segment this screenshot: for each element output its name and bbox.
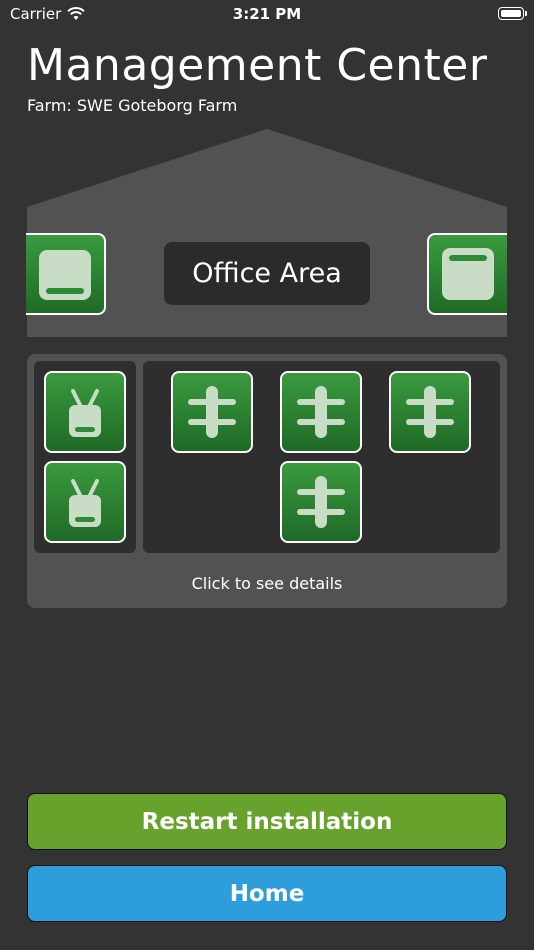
right-device-tile[interactable] xyxy=(427,233,507,315)
office-area-label: Office Area xyxy=(164,242,370,305)
details-hint: Click to see details xyxy=(191,574,343,593)
panel-bottom-icon xyxy=(39,250,91,300)
panel-top-icon xyxy=(442,248,494,300)
fence-connector-tile[interactable] xyxy=(280,461,362,543)
restart-installation-button[interactable]: Restart installation xyxy=(27,793,507,850)
fence-connector-tile[interactable] xyxy=(171,371,253,453)
antenna-device-group xyxy=(34,361,136,553)
fence-connector-icon xyxy=(188,386,236,438)
page-title: Management Center xyxy=(27,40,488,91)
fence-connector-icon xyxy=(297,476,345,528)
management-center-screen: Carrier 3:21 PM Management Center Farm: … xyxy=(0,0,534,950)
antenna-device-tile[interactable] xyxy=(44,371,126,453)
fence-connector-icon xyxy=(297,386,345,438)
antenna-device-tile[interactable] xyxy=(44,461,126,543)
battery-icon xyxy=(498,7,527,20)
left-device-tile[interactable] xyxy=(26,233,106,315)
home-button[interactable]: Home xyxy=(27,865,507,922)
fence-connector-tile[interactable] xyxy=(389,371,471,453)
antenna-device-icon xyxy=(69,389,101,437)
clock: 3:21 PM xyxy=(232,5,302,23)
fence-device-group xyxy=(143,361,500,553)
farm-subtitle: Farm: SWE Goteborg Farm xyxy=(27,96,238,115)
fence-connector-tile[interactable] xyxy=(280,371,362,453)
device-panel[interactable]: Click to see details xyxy=(27,354,507,608)
fence-connector-icon xyxy=(406,386,454,438)
status-bar: Carrier 3:21 PM xyxy=(0,0,534,30)
antenna-device-icon xyxy=(69,479,101,527)
